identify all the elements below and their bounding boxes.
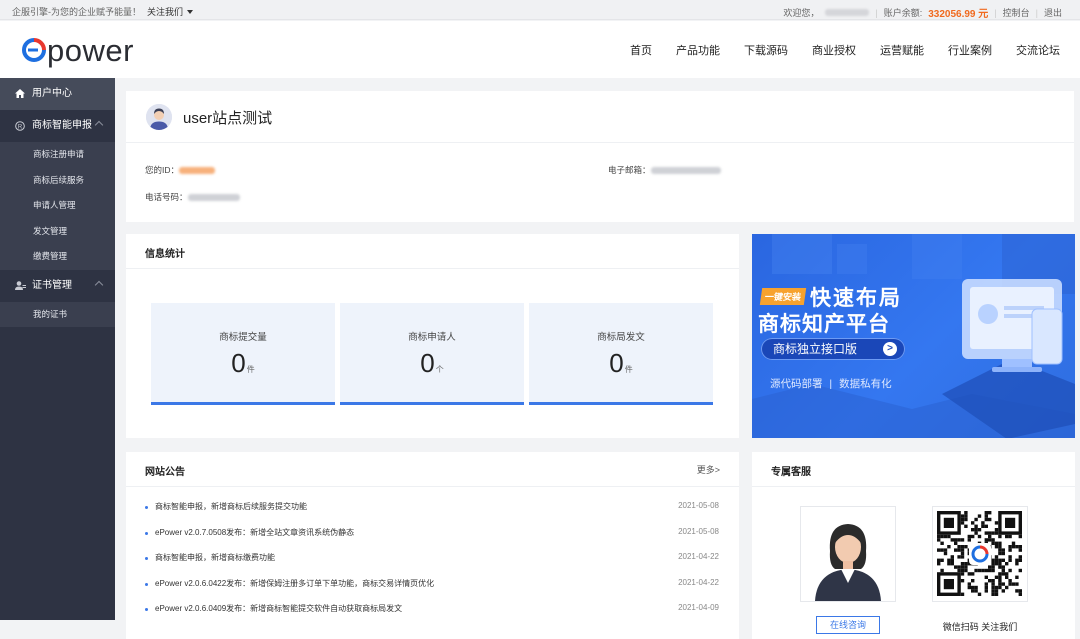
top-bar: 企服引擎-为您的企业赋予能量！ 关注我们 欢迎您， | 账户余额: 332056… — [0, 0, 1080, 20]
nav-item-0[interactable]: 首页 — [630, 42, 652, 58]
nav-item-2[interactable]: 下载源码 — [744, 42, 788, 58]
notice-date: 2021-04-22 — [678, 552, 719, 561]
sidebar-item-applicant-manage[interactable]: 申请人管理 — [0, 193, 115, 219]
svg-text:R: R — [18, 124, 23, 130]
phone-row: 电话号码： — [145, 191, 240, 203]
logo-text: power — [47, 32, 134, 68]
stat-label: 商标局发文 — [597, 332, 645, 343]
registered-icon: R — [15, 110, 25, 156]
email-row: 电子邮箱： — [608, 164, 721, 176]
notice-item[interactable]: ePower v2.0.6.0422发布：新增保姆注册多订单下单功能，商标交易详… — [145, 574, 719, 599]
notice-item[interactable]: 商标智能申报，新增商标后续服务提交功能 2021-05-08 — [145, 497, 719, 522]
sidebar-item-trademark-followup[interactable]: 商标后续服务 — [0, 167, 115, 193]
balance-value: 332056.99 元 — [928, 9, 989, 20]
notice-date: 2021-05-08 — [678, 526, 719, 536]
arrow-right-icon: > — [883, 342, 897, 356]
online-consult-button[interactable]: 在线咨询 — [816, 616, 880, 634]
nav-item-5[interactable]: 行业案例 — [948, 42, 992, 58]
wechat-scan-text: 微信扫码 关注我们 — [942, 622, 1018, 632]
banner-bottom-row: 源代码部署 | 数据私有化 — [770, 378, 892, 390]
console-link[interactable]: 控制台 — [1003, 6, 1030, 19]
banner-line2: 商标知产平台 — [758, 313, 890, 336]
stat-unit: 件 — [624, 365, 633, 374]
user-cert-icon — [15, 270, 26, 316]
balance-label: 账户余额: — [883, 8, 923, 18]
notice-title: 网站公告 — [145, 467, 185, 478]
header: power 首页 产品功能 下载源码 商业授权 运营赋能 行业案例 交流论坛 — [0, 21, 1080, 78]
notice-date: 2021-04-22 — [678, 577, 719, 587]
sidebar-group-certificate[interactable]: 证书管理 — [0, 270, 115, 302]
chevron-up-icon — [94, 120, 104, 130]
main-nav: 首页 产品功能 下载源码 商业授权 运营赋能 行业案例 交流论坛 — [630, 42, 1060, 58]
notice-text: ePower v2.0.7.0508发布：新增全站文章资讯系统伪静态 — [155, 527, 355, 537]
notice-item[interactable]: 商标智能申报，新增商标缴费功能 2021-04-22 — [145, 548, 719, 573]
sidebar-item-label: 用户中心 — [32, 88, 72, 99]
sidebar: 用户中心 R 商标智能申报 商标注册申请 商标后续服务 申请人管理 发文管理 缴… — [0, 78, 115, 620]
caret-down-icon — [187, 10, 194, 14]
notice-item[interactable]: ePower v2.0.7.0508发布：新增全站文章资讯系统伪静态 2021-0… — [145, 523, 719, 548]
phone-blurred — [187, 194, 240, 202]
service-title: 专属客服 — [771, 467, 811, 478]
sidebar-group-label: 商标智能申报 — [32, 120, 92, 131]
stats-title: 信息统计 — [145, 249, 185, 260]
nav-item-4[interactable]: 运营赋能 — [880, 42, 924, 58]
chevron-up-icon — [94, 280, 104, 289]
follow-us-label: 关注我们 — [147, 7, 184, 17]
notice-date: 2021-05-08 — [678, 501, 719, 510]
stat-value: 0 — [420, 348, 435, 378]
email-blurred — [650, 167, 721, 175]
notice-item[interactable]: ePower v2.0.6.0409发布：新增商标智能提交软件自动获取商标局发文… — [145, 599, 719, 624]
phone-label: 电话号码： — [145, 192, 188, 202]
stat-trademark-submissions[interactable]: 商标提交量 0件 — [151, 303, 335, 405]
sidebar-group-label: 证书管理 — [32, 279, 72, 291]
welcome-text: 欢迎您， — [783, 8, 820, 18]
sidebar-group-trademark[interactable]: R 商标智能申报 — [0, 110, 115, 142]
nav-item-6[interactable]: 交流论坛 — [1016, 42, 1060, 58]
nav-item-3[interactable]: 商业授权 — [812, 42, 856, 58]
sidebar-item-payment-manage[interactable]: 缴费管理 — [0, 244, 115, 270]
banner-tag: 一键安装 — [759, 288, 807, 305]
slogan: 企服引擎-为您的企业赋予能量！ — [12, 7, 141, 17]
stat-trademark-applicants[interactable]: 商标申请人 0个 — [340, 303, 524, 405]
banner-bottom-right: 数据私有化 — [839, 378, 892, 390]
notice-text: 商标智能申报，新增商标后续服务提交功能 — [155, 502, 307, 511]
stat-unit: 个 — [435, 365, 444, 374]
service-agent-avatar — [800, 506, 896, 602]
stat-unit: 件 — [246, 365, 255, 374]
stat-office-documents[interactable]: 商标局发文 0件 — [529, 303, 713, 405]
user-id-blurred — [179, 167, 216, 175]
banner-pill-label: 商标独立接口版 — [773, 342, 858, 356]
user-id-label: 您的ID： — [145, 165, 180, 175]
profile-card: user站点测试 您的ID： 电子邮箱： 电话号码： — [126, 91, 1074, 222]
stats-card: 信息统计 商标提交量 0件 商标申请人 0个 商标局发文 0件 — [126, 234, 739, 438]
sidebar-item-document-manage[interactable]: 发文管理 — [0, 218, 115, 244]
notice-text: ePower v2.0.6.0409发布：新增商标智能提交软件自动获取商标局发文 — [155, 604, 403, 613]
promo-banner[interactable]: 一键安装 快速布局 商标知产平台 商标独立接口版 > 源代码部署 | 数据私有化 — [752, 234, 1075, 438]
banner-pill-button[interactable]: 商标独立接口版 > — [761, 338, 905, 360]
logo[interactable]: power — [22, 33, 134, 67]
notice-text: 商标智能申报，新增商标缴费功能 — [155, 553, 275, 562]
notice-card: 网站公告 更多> 商标智能申报，新增商标后续服务提交功能 2021-05-08 e… — [126, 452, 739, 639]
notice-date: 2021-04-09 — [678, 603, 719, 612]
stat-label: 商标申请人 — [408, 332, 456, 343]
logout-link[interactable]: 退出 — [1044, 6, 1062, 19]
epower-logo-icon — [22, 38, 46, 62]
user-id-row: 您的ID： — [145, 164, 216, 176]
user-name: user站点测试 — [183, 110, 273, 127]
stat-value: 0 — [609, 348, 624, 378]
stat-value: 0 — [231, 348, 246, 378]
banner-bottom-left: 源代码部署 — [770, 378, 823, 390]
notice-text: ePower v2.0.6.0422发布：新增保姆注册多订单下单功能，商标交易详… — [155, 578, 435, 588]
avatar — [146, 104, 172, 130]
follow-us-dropdown[interactable]: 关注我们 — [147, 5, 194, 18]
sidebar-item-user-center[interactable]: 用户中心 — [0, 78, 115, 110]
service-card: 专属客服 在线咨询 微信扫码 关注我们 — [752, 452, 1075, 639]
username-blurred — [825, 9, 870, 16]
wechat-qr-code — [932, 506, 1028, 602]
top-bar-right: 欢迎您， | 账户余额: 332056.99 元 | 控制台 | 退出 — [783, 5, 1062, 21]
nav-item-1[interactable]: 产品功能 — [676, 42, 720, 58]
more-link[interactable]: 更多> — [697, 463, 720, 476]
email-label: 电子邮箱： — [608, 165, 651, 175]
stat-label: 商标提交量 — [219, 332, 267, 343]
